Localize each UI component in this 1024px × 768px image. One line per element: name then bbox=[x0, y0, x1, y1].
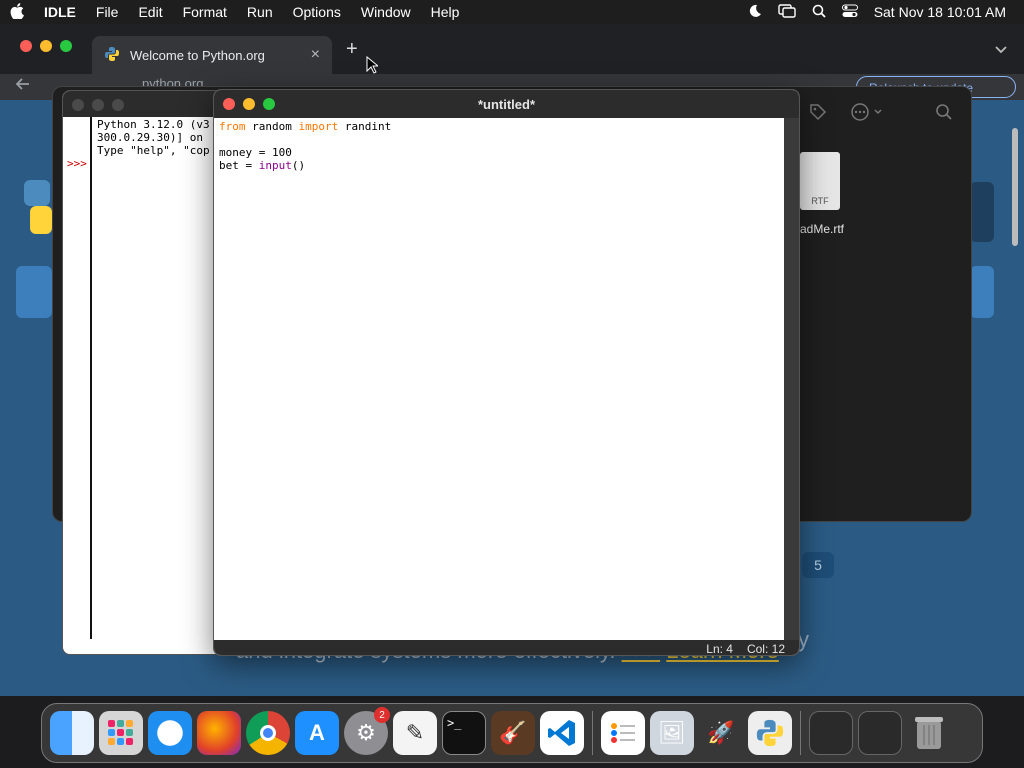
safari-icon[interactable] bbox=[148, 711, 192, 755]
editor-zoom-button[interactable] bbox=[263, 98, 275, 110]
screenshots-folder-icon[interactable] bbox=[858, 711, 902, 755]
browser-window-controls bbox=[20, 40, 72, 52]
tag-icon[interactable] bbox=[809, 103, 827, 126]
shell-prompt: >>> bbox=[67, 157, 87, 170]
code-line-1: from random import randint bbox=[219, 120, 391, 133]
code-module: random bbox=[245, 120, 299, 133]
code-editor[interactable]: from random import randint​money = 100be… bbox=[219, 120, 391, 172]
tab-close-icon[interactable]: × bbox=[311, 46, 320, 64]
reminders-icon[interactable] bbox=[601, 711, 645, 755]
back-arrow-icon[interactable] bbox=[14, 77, 30, 96]
control-center-icon[interactable] bbox=[841, 4, 858, 21]
menu-edit[interactable]: Edit bbox=[128, 4, 172, 20]
menu-run[interactable]: Run bbox=[237, 4, 283, 20]
code-name: randint bbox=[338, 120, 392, 133]
status-line: Ln: 4 bbox=[706, 641, 733, 656]
preview-icon[interactable]: 🖼 bbox=[650, 711, 694, 755]
file-name-label[interactable]: adMe.rtf bbox=[800, 222, 844, 236]
app-name[interactable]: IDLE bbox=[34, 4, 86, 20]
keyword-import: import bbox=[298, 120, 339, 133]
editor-close-button[interactable] bbox=[223, 98, 235, 110]
python-logo-icon bbox=[22, 180, 52, 234]
menu-help[interactable]: Help bbox=[421, 4, 470, 20]
tab-python-org[interactable]: Welcome to Python.org × bbox=[92, 36, 332, 74]
downloads-folder-icon[interactable] bbox=[809, 711, 853, 755]
terminal-icon[interactable]: >_ bbox=[442, 711, 486, 755]
code-assign: bet = bbox=[219, 159, 259, 172]
menu-file[interactable]: File bbox=[86, 4, 129, 20]
tab-title: Welcome to Python.org bbox=[130, 47, 265, 63]
rtf-file-icon[interactable]: RTF bbox=[800, 152, 840, 210]
more-actions-icon[interactable] bbox=[851, 103, 885, 126]
shell-gutter bbox=[63, 117, 92, 639]
editor-minimize-button[interactable] bbox=[243, 98, 255, 110]
system-settings-icon[interactable]: ⚙ 2 bbox=[344, 707, 390, 755]
menu-window[interactable]: Window bbox=[351, 4, 421, 20]
menubar-clock[interactable]: Sat Nov 18 10:01 AM bbox=[874, 4, 1006, 20]
keyword-from: from bbox=[219, 120, 246, 133]
shell-close-button[interactable] bbox=[72, 99, 84, 111]
menu-format[interactable]: Format bbox=[173, 4, 237, 20]
menu-options[interactable]: Options bbox=[283, 4, 351, 20]
chrome-icon[interactable] bbox=[246, 711, 290, 755]
browser-minimize-button[interactable] bbox=[40, 40, 52, 52]
shell-zoom-button[interactable] bbox=[112, 99, 124, 111]
python-org-button[interactable] bbox=[16, 266, 52, 318]
textedit-icon[interactable]: ✎ bbox=[393, 711, 437, 755]
dock-separator-2 bbox=[800, 711, 801, 755]
launchpad-icon[interactable] bbox=[99, 711, 143, 755]
browser-zoom-button[interactable] bbox=[60, 40, 72, 52]
tab-search-chevron-icon[interactable] bbox=[994, 42, 1008, 60]
idle-editor-window: *untitled* from random import randint​mo… bbox=[213, 89, 800, 656]
python-launcher-icon[interactable] bbox=[748, 711, 792, 755]
screen-mirroring-icon[interactable] bbox=[777, 3, 796, 21]
page-number-button[interactable]: 5 bbox=[802, 552, 834, 578]
editor-title: *untitled* bbox=[477, 96, 536, 112]
tab-strip: Welcome to Python.org × + bbox=[0, 24, 1024, 74]
menu-bar: IDLE File Edit Format Run Options Window… bbox=[0, 0, 1024, 24]
dock: A ⚙ 2 ✎ >_ 🎸 🖼 🚀 bbox=[41, 703, 983, 763]
moon-icon[interactable] bbox=[748, 4, 762, 21]
trash-icon[interactable] bbox=[907, 711, 951, 755]
desktop: IDLE File Edit Format Run Options Window… bbox=[0, 0, 1024, 768]
app-store-icon[interactable]: A bbox=[295, 711, 339, 755]
code-call: () bbox=[291, 159, 306, 172]
builtin-input: input bbox=[258, 159, 292, 172]
code-line-2: ​ bbox=[219, 133, 391, 146]
shell-window-controls bbox=[72, 99, 124, 111]
status-column: Col: 12 bbox=[746, 641, 785, 656]
shell-minimize-button[interactable] bbox=[92, 99, 104, 111]
finder-icon[interactable] bbox=[50, 711, 94, 755]
page-scrollbar[interactable] bbox=[1012, 128, 1018, 246]
spotlight-search-icon[interactable] bbox=[812, 4, 826, 21]
editor-titlebar[interactable]: *untitled* bbox=[214, 90, 799, 118]
firefox-icon[interactable] bbox=[197, 711, 241, 755]
apple-menu-icon[interactable] bbox=[0, 2, 34, 22]
dock-separator bbox=[592, 711, 593, 755]
editor-status-bar: Ln: 4 Col: 12 bbox=[214, 640, 799, 656]
finder-search-icon[interactable] bbox=[935, 103, 953, 126]
python-favicon-icon bbox=[104, 46, 120, 65]
editor-window-controls bbox=[223, 98, 275, 110]
python-org-panel bbox=[970, 182, 994, 242]
rocket-icon[interactable]: 🚀 bbox=[699, 711, 743, 755]
shell-output[interactable]: Python 3.12.0 (v3 300.0.29.30)] on Type … bbox=[97, 118, 210, 157]
notification-badge: 2 bbox=[374, 707, 390, 723]
new-tab-button[interactable]: + bbox=[346, 38, 358, 61]
vscode-icon[interactable] bbox=[540, 711, 584, 755]
code-line-3: money = 100 bbox=[219, 146, 292, 159]
browser-close-button[interactable] bbox=[20, 40, 32, 52]
editor-scrollbar[interactable] bbox=[784, 118, 799, 640]
python-org-button-right[interactable] bbox=[970, 266, 994, 318]
garageband-icon[interactable]: 🎸 bbox=[491, 711, 535, 755]
code-line-4: bet = input() bbox=[219, 159, 391, 172]
